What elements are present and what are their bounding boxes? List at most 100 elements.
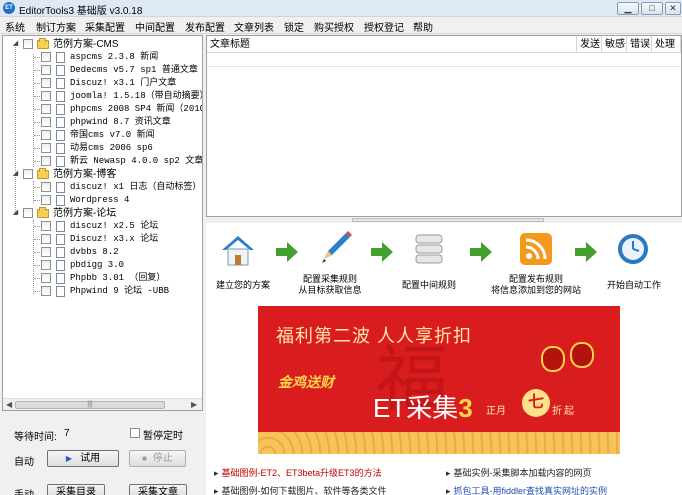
- banner-product-text: ET采集: [373, 393, 459, 423]
- scheme-tree[interactable]: ◢ 范例方案-CMS aspcms 2.3.8 新闻 Dedecms v5.7 …: [2, 35, 203, 411]
- scroll-left-icon[interactable]: ◀: [6, 400, 12, 409]
- menu-register-license[interactable]: 授权登记: [364, 19, 404, 34]
- menu-plan[interactable]: 制订方案: [36, 19, 76, 34]
- document-icon: [56, 143, 65, 154]
- tree-checkbox[interactable]: [41, 286, 51, 296]
- tree-item-label: aspcms 2.3.8 新闻: [70, 52, 159, 62]
- tree-checkbox[interactable]: [41, 52, 51, 62]
- horizontal-scrollbar[interactable]: ◀ ||| ▶: [3, 398, 202, 410]
- column-header-error[interactable]: 错误: [627, 36, 652, 53]
- link-item[interactable]: ▸ 基础图例-ET2、ET3beta升级ET3的方法: [214, 466, 382, 479]
- menu-system[interactable]: 系统: [5, 19, 25, 34]
- tree-checkbox[interactable]: [41, 104, 51, 114]
- tree-checkbox[interactable]: [41, 234, 51, 244]
- tree-checkbox[interactable]: [41, 260, 51, 270]
- tree-item[interactable]: Discuz! x3.1 门户文章: [3, 77, 202, 90]
- tree-checkbox[interactable]: [41, 143, 51, 153]
- collapse-icon[interactable]: ◢: [11, 39, 20, 48]
- tree-checkbox[interactable]: [41, 195, 51, 205]
- tree-group-forum[interactable]: ◢ 范例方案-论坛: [3, 207, 202, 220]
- promo-banner[interactable]: 福 福利第二波 人人享折扣 金鸡送财 ET采集3 正月 七 折 起: [258, 306, 620, 454]
- menu-buy-license[interactable]: 购买授权: [314, 19, 354, 34]
- menu-collect-config[interactable]: 采集配置: [85, 19, 125, 34]
- trial-button-label: 试用: [80, 453, 101, 464]
- tree-connector: [34, 291, 40, 292]
- clock-icon[interactable]: [616, 232, 650, 266]
- link-text[interactable]: 基础图例-如何下载图片、软件等各类文件: [222, 486, 387, 495]
- database-icon[interactable]: [412, 231, 446, 267]
- link-text[interactable]: 基础图例-ET2、ET3beta升级ET3的方法: [222, 468, 382, 478]
- column-header-process[interactable]: 处理: [652, 36, 681, 53]
- tree-item[interactable]: phpcms 2008 SP4 新闻（201005: [3, 103, 202, 116]
- document-icon: [56, 273, 65, 284]
- tree-item[interactable]: pbdigg 3.0: [3, 259, 202, 272]
- column-header-title[interactable]: 文章标题: [207, 36, 577, 53]
- tree-item[interactable]: Phpbb 3.01 （回复）: [3, 272, 202, 285]
- collect-article-button[interactable]: 采集文章: [129, 484, 187, 495]
- tree-checkbox[interactable]: [41, 221, 51, 231]
- link-item[interactable]: ▸ 基础实例-采集脚本加载内容的网页: [446, 466, 592, 479]
- close-button[interactable]: ✕: [665, 2, 681, 15]
- tree-item[interactable]: Discuz! x3.x 论坛: [3, 233, 202, 246]
- tree-checkbox[interactable]: [41, 91, 51, 101]
- tree-checkbox[interactable]: [23, 208, 33, 218]
- tree-group-cms[interactable]: ◢ 范例方案-CMS: [3, 38, 202, 51]
- collect-directory-button[interactable]: 采集目录: [47, 484, 105, 495]
- link-item[interactable]: ▸ 基础图例-如何下载图片、软件等各类文件: [214, 484, 387, 495]
- tree-checkbox[interactable]: [41, 247, 51, 257]
- tree-item[interactable]: 动易cms 2006 sp6: [3, 142, 202, 155]
- tree-item[interactable]: discuz! x1 日志（自动标签）: [3, 181, 202, 194]
- tree-item[interactable]: 新云 Newasp 4.0.0 sp2 文章模: [3, 155, 202, 168]
- rss-icon[interactable]: [519, 232, 553, 266]
- tree-checkbox[interactable]: [23, 39, 33, 49]
- maximize-button[interactable]: □: [641, 2, 663, 15]
- menu-help[interactable]: 帮助: [413, 19, 433, 34]
- link-text[interactable]: 基础实例-采集脚本加载内容的网页: [454, 468, 592, 478]
- welcome-panel: 建立您的方案 配置采集规则 从目标获取信息 配置中间规则 配置发布规则 将信息添…: [206, 223, 682, 495]
- tree-item[interactable]: joomla! 1.5.18（带自动摘要）: [3, 90, 202, 103]
- scroll-thumb[interactable]: |||: [15, 401, 165, 409]
- splitter-grip[interactable]: [352, 218, 544, 222]
- tree-item[interactable]: dvbbs 8.2: [3, 246, 202, 259]
- collapse-icon[interactable]: ◢: [11, 169, 20, 178]
- tree-item[interactable]: Dedecms v5.7 sp1 普通文章: [3, 64, 202, 77]
- house-icon[interactable]: [220, 233, 256, 269]
- stop-button[interactable]: ■ 停止: [129, 450, 186, 467]
- document-icon: [56, 52, 65, 63]
- minimize-button[interactable]: ▁: [617, 2, 639, 15]
- tree-item-label: joomla! 1.5.18（带自动摘要）: [70, 91, 203, 101]
- tree-item[interactable]: 帝国cms v7.0 新闻: [3, 129, 202, 142]
- tree-checkbox[interactable]: [41, 156, 51, 166]
- tree-checkbox[interactable]: [41, 130, 51, 140]
- menu-publish-config[interactable]: 发布配置: [185, 19, 225, 34]
- document-icon: [56, 104, 65, 115]
- tree-checkbox[interactable]: [23, 169, 33, 179]
- menu-lock[interactable]: 锁定: [284, 19, 304, 34]
- tree-group-blog[interactable]: ◢ 范例方案-博客: [3, 168, 202, 181]
- pencil-icon[interactable]: [316, 229, 354, 267]
- tree-checkbox[interactable]: [41, 65, 51, 75]
- tree-checkbox[interactable]: [41, 182, 51, 192]
- title-bar: ET EditorTools3 基础版 v3.0.18 ▁ □ ✕: [0, 0, 682, 17]
- article-list-table[interactable]: 文章标题 发送 敏感 错误 处理: [206, 35, 682, 217]
- tree-item[interactable]: discuz! x2.5 论坛: [3, 220, 202, 233]
- link-text[interactable]: 抓包工具-用fiddler查找真实网址的实例: [454, 486, 608, 495]
- trial-button[interactable]: ▶ 试用: [47, 450, 119, 467]
- collapse-icon[interactable]: ◢: [11, 208, 20, 217]
- tree-checkbox[interactable]: [41, 273, 51, 283]
- column-header-sensitive[interactable]: 敏感: [602, 36, 627, 53]
- tree-item-label: discuz! x1 日志（自动标签）: [70, 182, 202, 192]
- menu-middle-config[interactable]: 中间配置: [135, 19, 175, 34]
- column-header-send[interactable]: 发送: [577, 36, 602, 53]
- tree-item[interactable]: Phpwind 9 论坛 -UBB: [3, 285, 202, 298]
- menu-article-list[interactable]: 文章列表: [234, 19, 274, 34]
- tree-item[interactable]: phpwind 8.7 资讯文章: [3, 116, 202, 129]
- pause-timer-checkbox[interactable]: [130, 428, 140, 438]
- scroll-right-icon[interactable]: ▶: [191, 400, 197, 409]
- tree-item[interactable]: Wordpress 4: [3, 194, 202, 207]
- link-item[interactable]: ▸ 抓包工具-用fiddler查找真实网址的实例: [446, 484, 607, 495]
- tree-checkbox[interactable]: [41, 117, 51, 127]
- table-row[interactable]: [207, 54, 681, 67]
- tree-item[interactable]: aspcms 2.3.8 新闻: [3, 51, 202, 64]
- tree-checkbox[interactable]: [41, 78, 51, 88]
